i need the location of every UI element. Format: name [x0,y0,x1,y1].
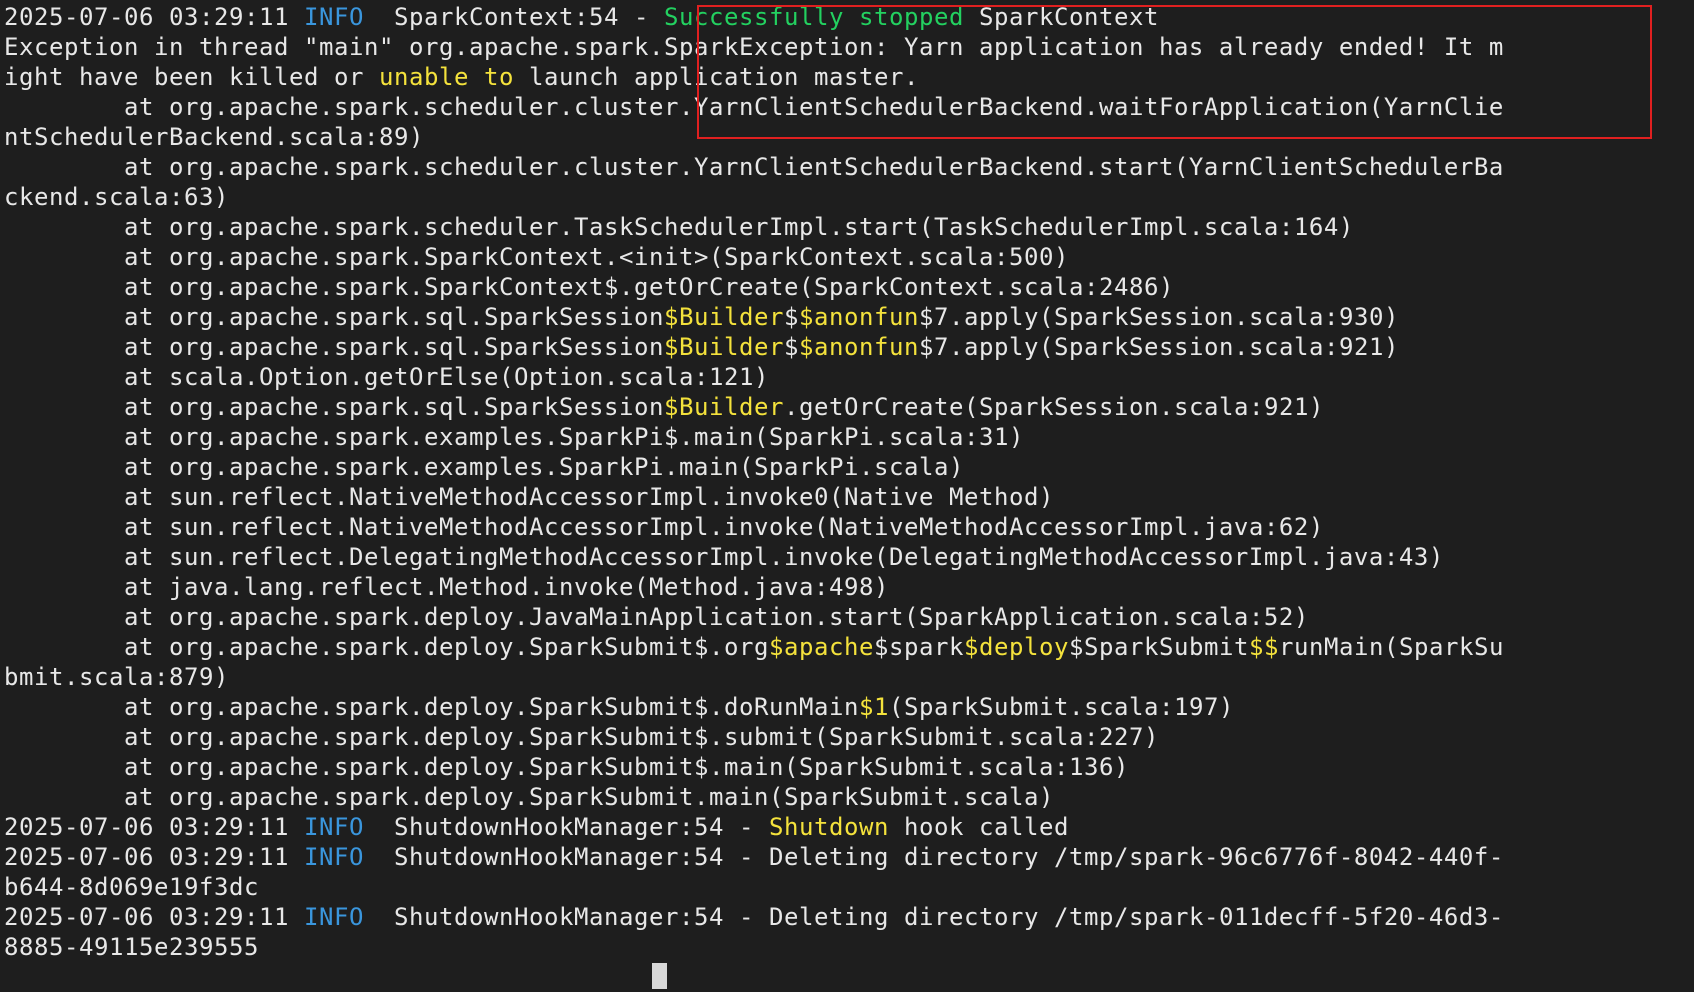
terminal-line: at org.apache.spark.scheduler.cluster.Ya… [4,92,1690,122]
terminal-text-segment: bmit.scala:879) [4,663,229,691]
terminal-line: at sun.reflect.DelegatingMethodAccessorI… [4,542,1690,572]
terminal-text-segment: .getOrCreate(SparkSession.scala:921) [783,393,1324,421]
terminal-line: at scala.Option.getOrElse(Option.scala:1… [4,362,1690,392]
terminal-text-segment: (SparkSubmit.scala:197) [888,693,1234,721]
terminal-text-segment: $anonfun [798,303,919,331]
terminal-text-segment: $ [783,333,799,361]
terminal-line: at org.apache.spark.scheduler.TaskSchedu… [4,212,1690,242]
terminal-text-segment: at org.apache.spark.deploy.JavaMainAppli… [4,603,1309,631]
terminal-text-segment: ShutdownHookManager:54 - Deleting direct… [363,903,1504,931]
terminal-line: at org.apache.spark.deploy.JavaMainAppli… [4,602,1690,632]
log-level-label: INFO [303,813,364,841]
terminal-line: ntSchedulerBackend.scala:89) [4,122,1690,152]
terminal-text-segment: Successfully stopped [663,3,964,31]
terminal-text-segment: $Builder [663,393,784,421]
terminal-cursor [652,963,667,989]
terminal-line: at org.apache.spark.deploy.SparkSubmit$.… [4,752,1690,782]
terminal-text-segment: at sun.reflect.NativeMethodAccessorImpl.… [4,483,1054,511]
terminal-text-segment: hook called [888,813,1069,841]
terminal-line: at java.lang.reflect.Method.invoke(Metho… [4,572,1690,602]
terminal-text-segment: launch application master. [513,63,919,91]
terminal-text-segment: $deploy [963,633,1069,661]
terminal-line: at org.apache.spark.sql.SparkSession$Bui… [4,302,1690,332]
terminal-line: at org.apache.spark.SparkContext$.getOrC… [4,272,1690,302]
terminal-text-segment: at sun.reflect.NativeMethodAccessorImpl.… [4,513,1324,541]
terminal-text-segment: 2025-07-06 03:29:11 [4,3,304,31]
prompt-line[interactable] [4,962,1690,992]
terminal-text-segment: at org.apache.spark.sql.SparkSession [4,303,664,331]
terminal-text-segment: $ [783,303,799,331]
terminal-text-segment: $anonfun [798,333,919,361]
terminal-text-segment: ShutdownHookManager:54 - [363,813,769,841]
terminal-text-segment: at org.apache.spark.deploy.SparkSubmit$.… [4,753,1129,781]
terminal-text-segment: at org.apache.spark.deploy.SparkSubmit$.… [4,723,1159,751]
terminal-line: at org.apache.spark.scheduler.cluster.Ya… [4,152,1690,182]
terminal-line: b644-8d069e19f3dc [4,872,1690,902]
terminal-text-segment: 2025-07-06 03:29:11 [4,843,304,871]
terminal-line: ight have been killed or unable to launc… [4,62,1690,92]
terminal-text-segment: 8885-49115e239555 [4,933,259,961]
terminal-text-segment: at sun.reflect.DelegatingMethodAccessorI… [4,543,1444,571]
terminal-text-segment: at org.apache.spark.SparkContext$.getOrC… [4,273,1174,301]
terminal-line: at org.apache.spark.examples.SparkPi.mai… [4,452,1690,482]
terminal-line: 2025-07-06 03:29:11 INFO ShutdownHookMan… [4,842,1690,872]
terminal-text-segment: Shutdown [768,813,889,841]
terminal-text-segment: ntSchedulerBackend.scala:89) [4,123,424,151]
terminal-text-segment: at org.apache.spark.deploy.SparkSubmit$.… [4,633,769,661]
terminal-line: 8885-49115e239555 [4,932,1690,962]
terminal-line: at org.apache.spark.deploy.SparkSubmit$.… [4,632,1690,662]
terminal-line: 2025-07-06 03:29:11 INFO ShutdownHookMan… [4,812,1690,842]
terminal-text-segment: 2025-07-06 03:29:11 [4,903,304,931]
terminal-output[interactable]: 2025-07-06 03:29:11 INFO SparkContext:54… [4,2,1690,992]
terminal-line: at org.apache.spark.deploy.SparkSubmit$.… [4,722,1690,752]
terminal-line: 2025-07-06 03:29:11 INFO ShutdownHookMan… [4,902,1690,932]
terminal-line: at sun.reflect.NativeMethodAccessorImpl.… [4,482,1690,512]
terminal-line: at org.apache.spark.deploy.SparkSubmit.m… [4,782,1690,812]
terminal-text-segment: b644-8d069e19f3dc [4,873,259,901]
terminal-text-segment: $7.apply(SparkSession.scala:921) [918,333,1399,361]
terminal-text-segment: at org.apache.spark.scheduler.cluster.Ya… [4,93,1504,121]
terminal-text-segment: ShutdownHookManager:54 - Deleting direct… [363,843,1504,871]
terminal-line: at org.apache.spark.SparkContext.<init>(… [4,242,1690,272]
terminal-text-segment: ight have been killed or [4,63,379,91]
terminal-text-segment: $7.apply(SparkSession.scala:930) [918,303,1399,331]
terminal-text-segment: at org.apache.spark.sql.SparkSession [4,333,664,361]
terminal-line: at org.apache.spark.sql.SparkSession$Bui… [4,392,1690,422]
terminal-text-segment: at org.apache.spark.scheduler.cluster.Ya… [4,153,1504,181]
terminal-line: at org.apache.spark.deploy.SparkSubmit$.… [4,692,1690,722]
terminal-text-segment: Exception in thread "main" org.apache.sp… [4,33,1504,61]
terminal-line: bmit.scala:879) [4,662,1690,692]
terminal-text-segment: SparkContext [963,3,1159,31]
terminal-text-segment: SparkContext:54 - [363,3,664,31]
terminal-text-segment: at org.apache.spark.examples.SparkPi$.ma… [4,423,1024,451]
terminal-text-segment: at org.apache.spark.examples.SparkPi.mai… [4,453,964,481]
terminal-line: at org.apache.spark.examples.SparkPi$.ma… [4,422,1690,452]
terminal-text-segment: at org.apache.spark.deploy.SparkSubmit.m… [4,783,1054,811]
terminal-text-segment: $Builder [663,333,784,361]
terminal-text-segment: at org.apache.spark.deploy.SparkSubmit$.… [4,693,859,721]
terminal-line: 2025-07-06 03:29:11 INFO SparkContext:54… [4,2,1690,32]
terminal-text-segment: runMain(SparkSu [1278,633,1504,661]
terminal-line: Exception in thread "main" org.apache.sp… [4,32,1690,62]
terminal-line: at sun.reflect.NativeMethodAccessorImpl.… [4,512,1690,542]
terminal-text-segment: 2025-07-06 03:29:11 [4,813,304,841]
terminal-text-segment: unable to [378,63,514,91]
log-level-label: INFO [303,903,364,931]
terminal-text-segment: at org.apache.spark.sql.SparkSession [4,393,664,421]
log-level-label: INFO [303,843,364,871]
terminal-text-segment: $1 [858,693,889,721]
log-level-label: INFO [303,3,364,31]
terminal-text-segment: $Builder [663,303,784,331]
terminal-text-segment: $SparkSubmit [1068,633,1249,661]
terminal-line: ckend.scala:63) [4,182,1690,212]
terminal-text-segment: $$ [1248,633,1279,661]
terminal-text-segment: at java.lang.reflect.Method.invoke(Metho… [4,573,889,601]
terminal-text-segment: $spark [873,633,964,661]
terminal-text-segment: at scala.Option.getOrElse(Option.scala:1… [4,363,769,391]
terminal-text-segment: ckend.scala:63) [4,183,229,211]
terminal-text-segment: at org.apache.spark.SparkContext.<init>(… [4,243,1069,271]
terminal-line: at org.apache.spark.sql.SparkSession$Bui… [4,332,1690,362]
terminal-text-segment: at org.apache.spark.scheduler.TaskSchedu… [4,213,1354,241]
terminal-text-segment: $apache [768,633,874,661]
